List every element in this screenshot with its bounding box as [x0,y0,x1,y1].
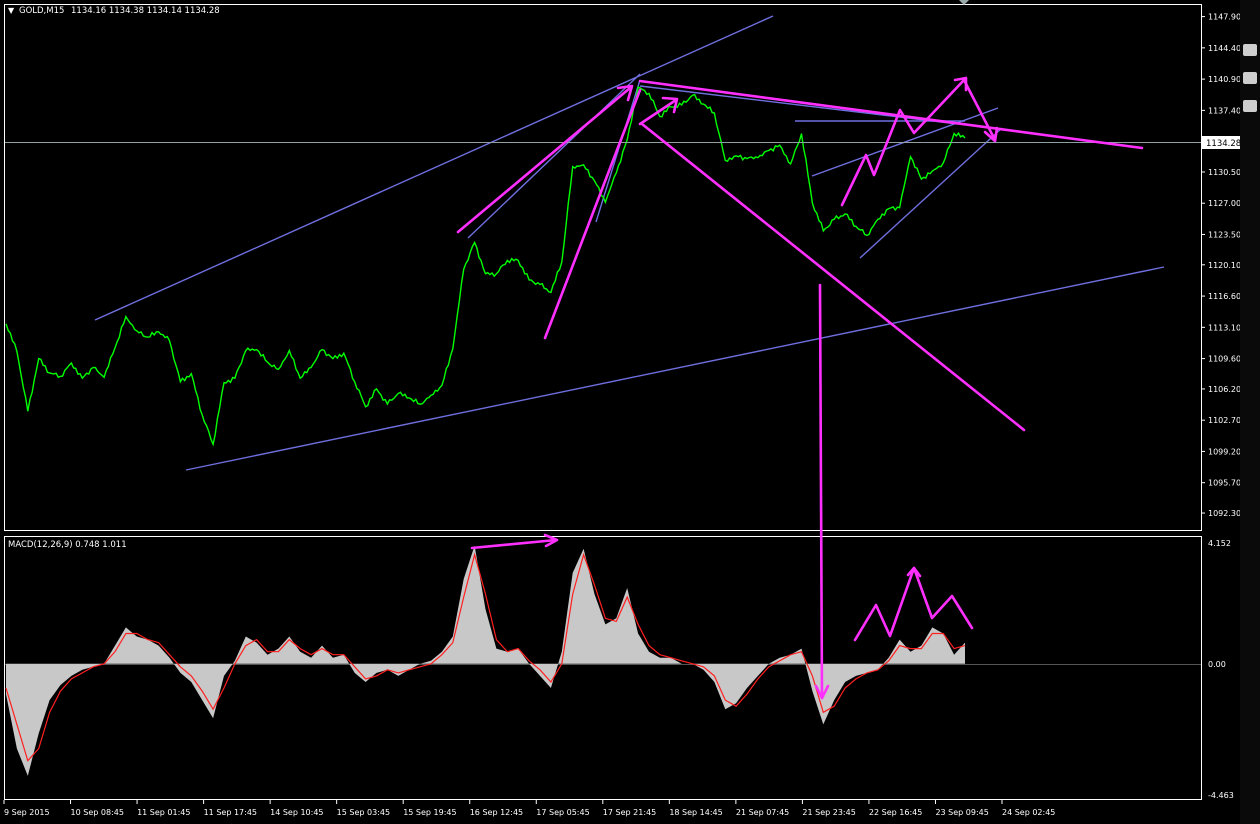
price-axis-label: 1116.60 [1208,292,1241,301]
price-axis-label: 1127.00 [1208,199,1241,208]
time-axis-label: 18 Sep 14:45 [669,808,722,817]
time-axis-label: 15 Sep 03:45 [337,808,390,817]
sidebar-tab-icon[interactable] [1243,72,1257,84]
annotations [456,76,1144,700]
price-axis-label: 1099.20 [1208,447,1241,456]
ohlc-label: 1134.16 1134.38 1134.14 1134.28 [71,6,220,16]
lower-channel-line[interactable] [185,266,1165,471]
price-axis-label: 1144.40 [1208,44,1241,53]
time-axis-label: 22 Sep 16:45 [869,808,922,817]
time-axis-label: 17 Sep 05:45 [536,808,589,817]
price-axis-label: 1147.90 [1208,13,1241,22]
sidebar-tab-icon[interactable] [1243,100,1257,112]
time-axis-label: 11 Sep 01:45 [137,808,190,817]
time-axis: 9 Sep 2015 10 Sep 08:45 11 Sep 01:45 11 Sep… [3,800,1055,817]
price-axis-label: 1120.10 [1208,261,1241,270]
small-channel-lower[interactable] [859,127,1003,259]
price-axis-label: 1130.50 [1208,168,1241,177]
macd-title: MACD(12,26,9) 0.748 1.011 [8,540,127,550]
time-axis-label: 24 Sep 02:45 [1002,808,1055,817]
annot-rise-arrow[interactable] [543,88,642,340]
annot-zigzag-macd[interactable] [853,566,974,642]
macd-axis-label: 4.152 [1208,539,1231,548]
time-axis-label: 9 Sep 2015 [4,808,50,817]
time-axis-label: 21 Sep 23:45 [802,808,855,817]
upper-channel-line[interactable] [94,15,774,321]
time-axis-label: 23 Sep 09:45 [935,808,988,817]
price-axis-label: 1109.60 [1208,355,1241,364]
annot-upper-rise[interactable] [456,86,632,234]
time-axis-label: 11 Sep 17:45 [204,808,257,817]
price-axis-label: 1102.70 [1208,416,1241,425]
sidebar-tab-icon[interactable] [1243,44,1257,56]
time-axis-label: 17 Sep 21:45 [603,808,656,817]
trading-chart[interactable]: 1147.90 1144.40 1140.90 1137.40 1130.50 1127.… [0,0,1260,824]
annot-vertical-arrow[interactable] [818,283,824,700]
annot-macd-high[interactable] [470,538,558,550]
blue-trendlines [94,15,1165,471]
macd-axis-label: 0.00 [1208,660,1226,669]
price-axis-label: 1140.90 [1208,75,1241,84]
price-pane[interactable] [4,4,1202,531]
price-axis-label: 1113.10 [1208,323,1241,332]
symbol-label: GOLD,M15 [19,6,64,16]
time-axis-label: 10 Sep 08:45 [71,808,124,817]
chart-dropdown-icon[interactable]: ▼ [8,6,15,15]
annot-down-arrow[interactable] [638,98,678,126]
annot-zigzag-macd-head [906,566,922,578]
price-axis-label: 1137.40 [1208,106,1241,115]
price-axis-label: 1106.20 [1208,385,1241,394]
current-price-label: 1134.28 [1206,139,1241,149]
time-axis-label: 14 Sep 10:45 [270,808,323,817]
time-axis-label: 16 Sep 12:45 [470,808,523,817]
price-axis: 1147.90 1144.40 1140.90 1137.40 1130.50 1127.… [1201,13,1241,518]
macd-axis: 4.152 0.00 -4.463 [1208,539,1234,800]
time-axis-label: 21 Sep 07:45 [736,808,789,817]
right-sidebar [1240,0,1260,824]
annot-down-diagonal[interactable] [640,122,1026,432]
time-axis-label: 15 Sep 19:45 [403,808,456,817]
price-axis-label: 1095.70 [1208,479,1241,488]
price-axis-label: 1092.30 [1208,509,1241,518]
price-axis-label: 1123.50 [1208,230,1241,239]
macd-axis-label: -4.463 [1208,791,1234,800]
